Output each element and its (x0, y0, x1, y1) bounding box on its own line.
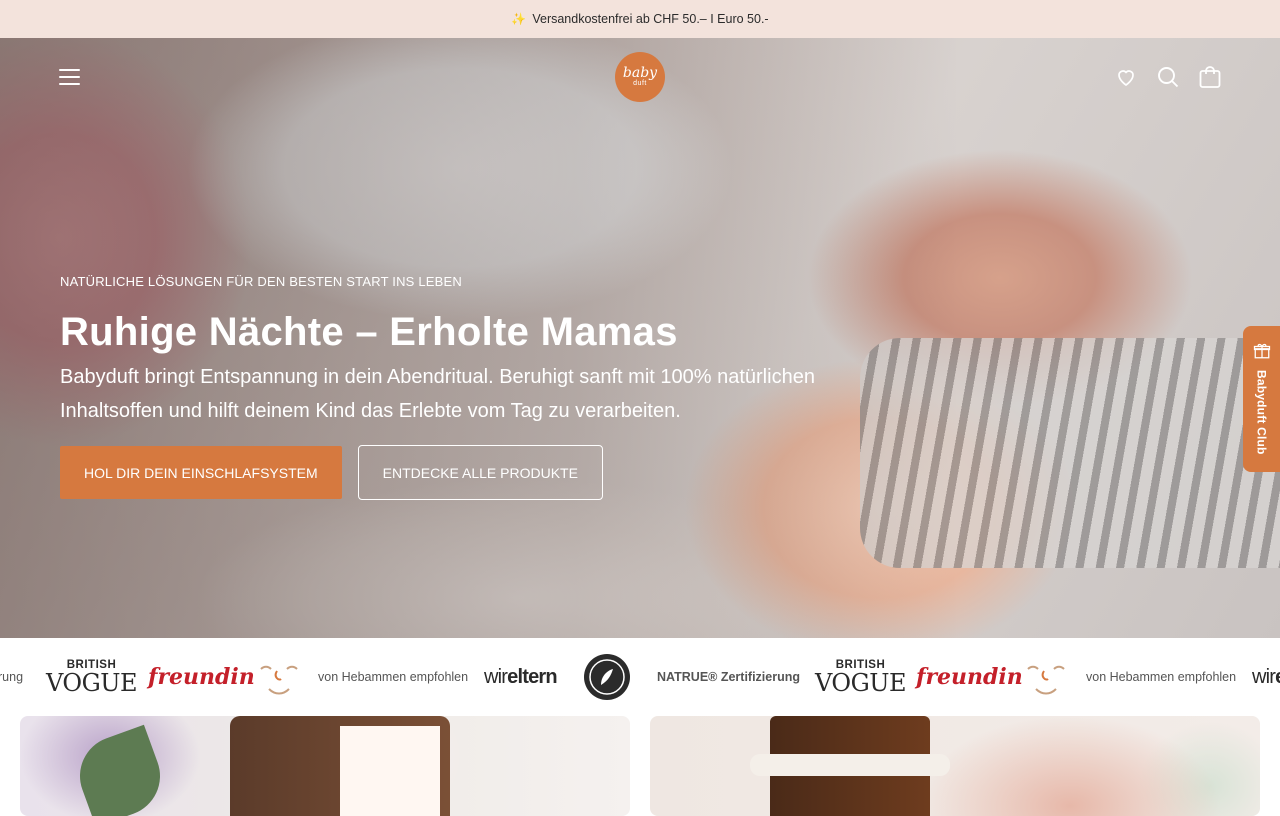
hebammen-face-icon (1022, 638, 1070, 716)
announcement-text: Versandkostenfrei ab CHF 50.– I Euro 50.… (532, 12, 769, 26)
brand-logo[interactable]: baby duft (615, 52, 665, 102)
hero-eyebrow: NATÜRLICHE LÖSUNGEN FÜR DEN BESTEN START… (60, 274, 462, 289)
discover-products-button[interactable]: ENTDECKE ALLE PRODUKTE (357, 445, 603, 500)
hebammen-label: von Hebammen empfohlen (1086, 670, 1237, 684)
shopping-bag-icon[interactable] (1198, 65, 1222, 89)
freundin-logo: freundin (916, 664, 1023, 690)
babyduft-club-tab[interactable]: Babyduft Club (1243, 326, 1280, 472)
press-logo-strip: rung BRITISH VOGUE freundin von Hebammen… (0, 638, 1280, 716)
menu-icon[interactable] (58, 66, 82, 88)
hero-content: NATÜRLICHE LÖSUNGEN FÜR DEN BESTEN START… (60, 274, 880, 428)
announcement-bar: ✨ Versandkostenfrei ab CHF 50.– I Euro 5… (0, 0, 1280, 38)
press-item-cut: rung (0, 670, 24, 684)
natrue-label: NATRUE® Zertifizierung (657, 670, 801, 684)
hero-subtext: Babyduft bringt Entspannung in dein Aben… (60, 366, 815, 422)
british-vogue-logo: BRITISH VOGUE (815, 659, 907, 697)
logo-text-baby: baby (622, 64, 658, 81)
header-actions (1114, 65, 1222, 89)
shop-sleep-system-button[interactable]: HOL DIR DEIN EINSCHLAFSYSTEM (60, 446, 342, 499)
product-card-right[interactable] (650, 716, 1260, 816)
sparkle-icon: ✨ (511, 12, 527, 26)
site-header: baby duft (0, 38, 1280, 118)
british-vogue-logo: BRITISH VOGUE (46, 659, 138, 697)
club-tab-label: Babyduft Club (1254, 370, 1269, 455)
product-card-left[interactable] (20, 716, 630, 816)
hero-headline: Ruhige Nächte – Erholte Mamas (60, 310, 678, 354)
hebammen-face-icon (255, 638, 303, 716)
wireltern-logo: wir eltern (484, 665, 558, 688)
natrue-seal-icon (583, 638, 631, 716)
hebammen-label: von Hebammen empfohlen (318, 670, 469, 684)
heart-icon[interactable] (1114, 65, 1138, 89)
hero-cta-group: HOL DIR DEIN EINSCHLAFSYSTEM ENTDECKE AL… (60, 445, 603, 500)
wireltern-logo-cut: wire (1252, 665, 1280, 688)
logo-text-duft: duft (633, 79, 647, 87)
freundin-logo: freundin (148, 664, 255, 690)
search-icon[interactable] (1156, 65, 1180, 89)
gift-icon (1253, 343, 1270, 359)
